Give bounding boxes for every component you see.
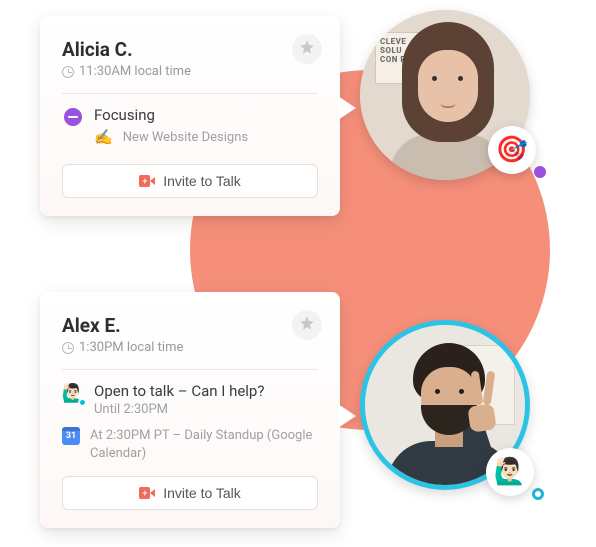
calendar-event-row: At 2:30PM PT – Daily Standup (Google Cal…	[62, 427, 318, 462]
status-row: Focusing ✍️ New Website Designs	[62, 106, 318, 150]
favorite-button[interactable]	[292, 34, 322, 64]
divider	[62, 369, 318, 370]
target-icon: 🎯	[496, 135, 528, 165]
video-camera-icon: +	[139, 487, 155, 499]
status-detail-row: ✍️ New Website Designs	[94, 128, 248, 146]
user-name: Alex E.	[62, 314, 318, 337]
memoji-icon: 🙋🏻‍♂️	[62, 382, 84, 404]
calendar-event-text: At 2:30PM PT – Daily Standup (Google Cal…	[90, 427, 318, 462]
clock-icon	[62, 342, 74, 354]
presence-dot-icon	[78, 398, 87, 407]
avatar-status-chip: 🙋🏻‍♂️	[486, 448, 534, 496]
status-label: Focusing	[94, 106, 248, 124]
status-until-text: Until 2:30PM	[94, 402, 264, 417]
avatar-status-chip: 🎯	[488, 126, 536, 174]
status-label: Open to talk – Can I help?	[94, 382, 264, 400]
callout-pointer	[338, 96, 356, 120]
status-row: 🙋🏻‍♂️ Open to talk – Can I help? Until 2…	[62, 382, 318, 417]
status-card-alex: Alex E. 1:30PM local time 🙋🏻‍♂️ Open to …	[40, 292, 340, 528]
dnd-icon	[62, 106, 84, 128]
invite-button-label: Invite to Talk	[163, 173, 241, 189]
clock-icon	[62, 66, 74, 78]
invite-button-label: Invite to Talk	[163, 485, 241, 501]
callout-pointer	[338, 404, 356, 428]
user-name: Alicia C.	[62, 38, 318, 61]
star-icon	[299, 315, 315, 335]
status-detail-text: New Website Designs	[123, 130, 248, 145]
status-card-alicia: Alicia C. 11:30AM local time Focusing ✍️…	[40, 16, 340, 216]
wave-icon: 🙋🏻‍♂️	[494, 457, 526, 487]
writing-icon: ✍️	[94, 128, 113, 146]
local-time-row: 11:30AM local time	[62, 64, 318, 79]
invite-to-talk-button[interactable]: + Invite to Talk	[62, 476, 318, 510]
local-time-text: 11:30AM local time	[79, 64, 191, 79]
video-camera-icon: +	[139, 175, 155, 187]
divider	[62, 93, 318, 94]
dnd-presence-dot-icon	[534, 166, 546, 178]
invite-to-talk-button[interactable]: + Invite to Talk	[62, 164, 318, 198]
local-time-text: 1:30PM local time	[79, 340, 183, 355]
favorite-button[interactable]	[292, 310, 322, 340]
available-presence-dot-icon	[532, 488, 544, 500]
local-time-row: 1:30PM local time	[62, 340, 318, 355]
calendar-icon	[62, 427, 80, 445]
star-icon	[299, 39, 315, 59]
